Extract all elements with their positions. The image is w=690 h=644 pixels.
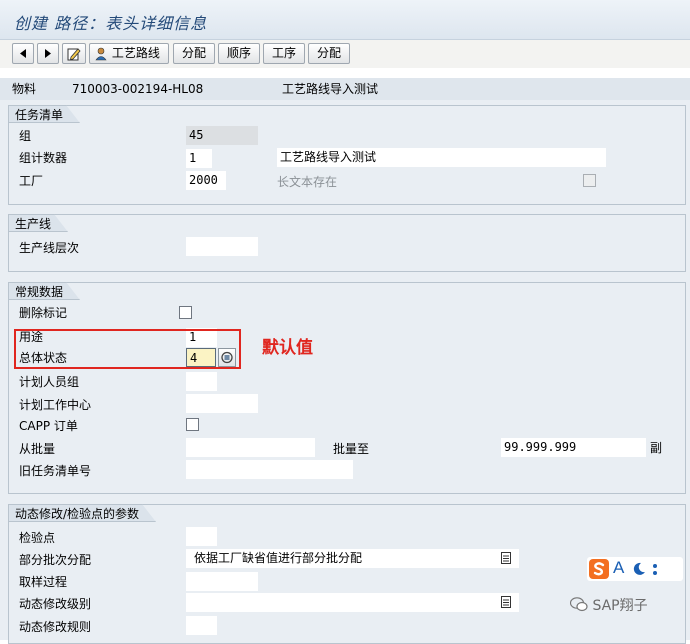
production-line-group: 生产线 生产线层次 xyxy=(8,214,686,272)
old-task-list-label: 旧任务清单号 xyxy=(19,464,92,478)
group-counter-field[interactable]: 1 xyxy=(186,149,212,168)
person-routing-icon xyxy=(95,47,107,60)
operation-button[interactable]: 工序 xyxy=(263,43,305,64)
modification-level-dropdown[interactable] xyxy=(501,596,511,611)
material-number: 710003-002194-HL08 xyxy=(72,82,204,96)
task-list-group-title: 任务清单 xyxy=(8,105,80,123)
plant-field[interactable]: 2000 xyxy=(186,171,226,190)
watermark-text: SAP翔子 xyxy=(592,598,648,614)
allocation-button-2-label: 分配 xyxy=(316,46,341,60)
lot-unit: 副 xyxy=(650,441,663,455)
line-hierarchy-field[interactable] xyxy=(186,237,258,256)
list-dropdown-icon xyxy=(501,596,511,608)
window-title: 创建 路径：表头详细信息 xyxy=(14,14,208,33)
partial-lot-assignment-field[interactable]: 依据工厂缺省值进行部分批分配 xyxy=(186,549,519,568)
general-data-group: 常规数据 删除标记 用途 1 总体状态 4 计划人员组 计划工作中心 CAPP … xyxy=(8,282,686,494)
sequence-button-label: 顺序 xyxy=(226,46,251,60)
modification-level-field[interactable] xyxy=(186,593,519,612)
modification-rule-field[interactable] xyxy=(186,616,217,635)
long-text-exists-checkbox xyxy=(583,174,596,187)
inspection-points-label: 检验点 xyxy=(19,531,56,545)
long-text-exists-label: 长文本存在 xyxy=(277,175,338,189)
planner-group-field[interactable] xyxy=(186,372,217,391)
moon-icon xyxy=(633,562,645,575)
default-value-highlight xyxy=(14,329,241,369)
operation-button-label: 工序 xyxy=(271,46,296,60)
next-button[interactable] xyxy=(37,43,59,64)
from-lot-size-field[interactable] xyxy=(186,438,315,457)
arrow-left-icon xyxy=(20,49,26,58)
sampling-procedure-label: 取样过程 xyxy=(19,575,68,589)
allocation-button-label: 分配 xyxy=(181,46,206,60)
title-bar: 创建 路径：表头详细信息 xyxy=(0,0,690,40)
planning-work-center-label: 计划工作中心 xyxy=(19,398,92,412)
arrow-right-icon xyxy=(45,49,51,58)
planner-group-label: 计划人员组 xyxy=(19,375,80,389)
ime-language-letter: A xyxy=(613,558,625,577)
pencil-edit-icon xyxy=(67,47,81,60)
from-lot-size-label: 从批量 xyxy=(19,442,56,456)
plant-label: 工厂 xyxy=(19,174,44,188)
routing-button-label: 工艺路线 xyxy=(111,46,160,60)
group-label: 组 xyxy=(19,129,32,143)
inspection-points-field[interactable] xyxy=(186,527,217,546)
old-task-list-field[interactable] xyxy=(186,460,353,479)
material-label: 物料 xyxy=(12,82,37,96)
application-toolbar: 工艺路线 分配 顺序 工序 分配 xyxy=(0,40,690,68)
dynamic-modification-group-title: 动态修改/检验点的参数 xyxy=(8,504,156,522)
capp-order-checkbox[interactable] xyxy=(186,418,199,431)
task-list-group: 任务清单 组 45 组计数器 1 工艺路线导入测试 工厂 2000 长文本存在 xyxy=(8,105,686,205)
material-description: 工艺路线导入测试 xyxy=(282,82,379,96)
ime-toolbar[interactable]: A xyxy=(587,557,683,581)
sequence-button[interactable]: 顺序 xyxy=(218,43,260,64)
previous-button[interactable] xyxy=(12,43,34,64)
punctuation-icon xyxy=(653,564,657,575)
routing-button[interactable]: 工艺路线 xyxy=(89,43,169,64)
task-list-description-field[interactable]: 工艺路线导入测试 xyxy=(277,148,606,167)
group-field: 45 xyxy=(186,126,258,145)
list-dropdown-icon xyxy=(501,552,511,564)
to-lot-size-field[interactable]: 99.999.999 xyxy=(501,438,646,457)
deletion-flag-checkbox[interactable] xyxy=(179,306,192,319)
planning-work-center-field[interactable] xyxy=(186,394,258,413)
modification-level-label: 动态修改级别 xyxy=(19,597,92,611)
partial-lot-assignment-label: 部分批次分配 xyxy=(19,553,92,567)
partial-lot-dropdown[interactable] xyxy=(501,552,511,567)
modification-rule-label: 动态修改规则 xyxy=(19,620,92,634)
allocation-button-2[interactable]: 分配 xyxy=(308,43,350,64)
deletion-flag-label: 删除标记 xyxy=(19,306,68,320)
production-line-group-title: 生产线 xyxy=(8,214,68,232)
capp-order-label: CAPP 订单 xyxy=(19,419,78,433)
change-display-button[interactable] xyxy=(62,43,86,64)
sogou-logo-icon xyxy=(589,559,609,579)
watermark: SAP翔子 xyxy=(569,595,648,615)
default-value-annotation: 默认值 xyxy=(262,338,313,358)
to-lot-size-label: 批量至 xyxy=(333,442,370,456)
material-header: 物料 710003-002194-HL08 工艺路线导入测试 xyxy=(0,78,690,100)
general-data-group-title: 常规数据 xyxy=(8,282,80,300)
allocation-button[interactable]: 分配 xyxy=(173,43,215,64)
sampling-procedure-field[interactable] xyxy=(186,572,258,591)
dynamic-modification-group: 动态修改/检验点的参数 检验点 部分批次分配 依据工厂缺省值进行部分批分配 取样… xyxy=(8,504,686,644)
group-counter-label: 组计数器 xyxy=(19,151,68,165)
wechat-icon xyxy=(569,597,588,612)
line-hierarchy-label: 生产线层次 xyxy=(19,241,80,255)
